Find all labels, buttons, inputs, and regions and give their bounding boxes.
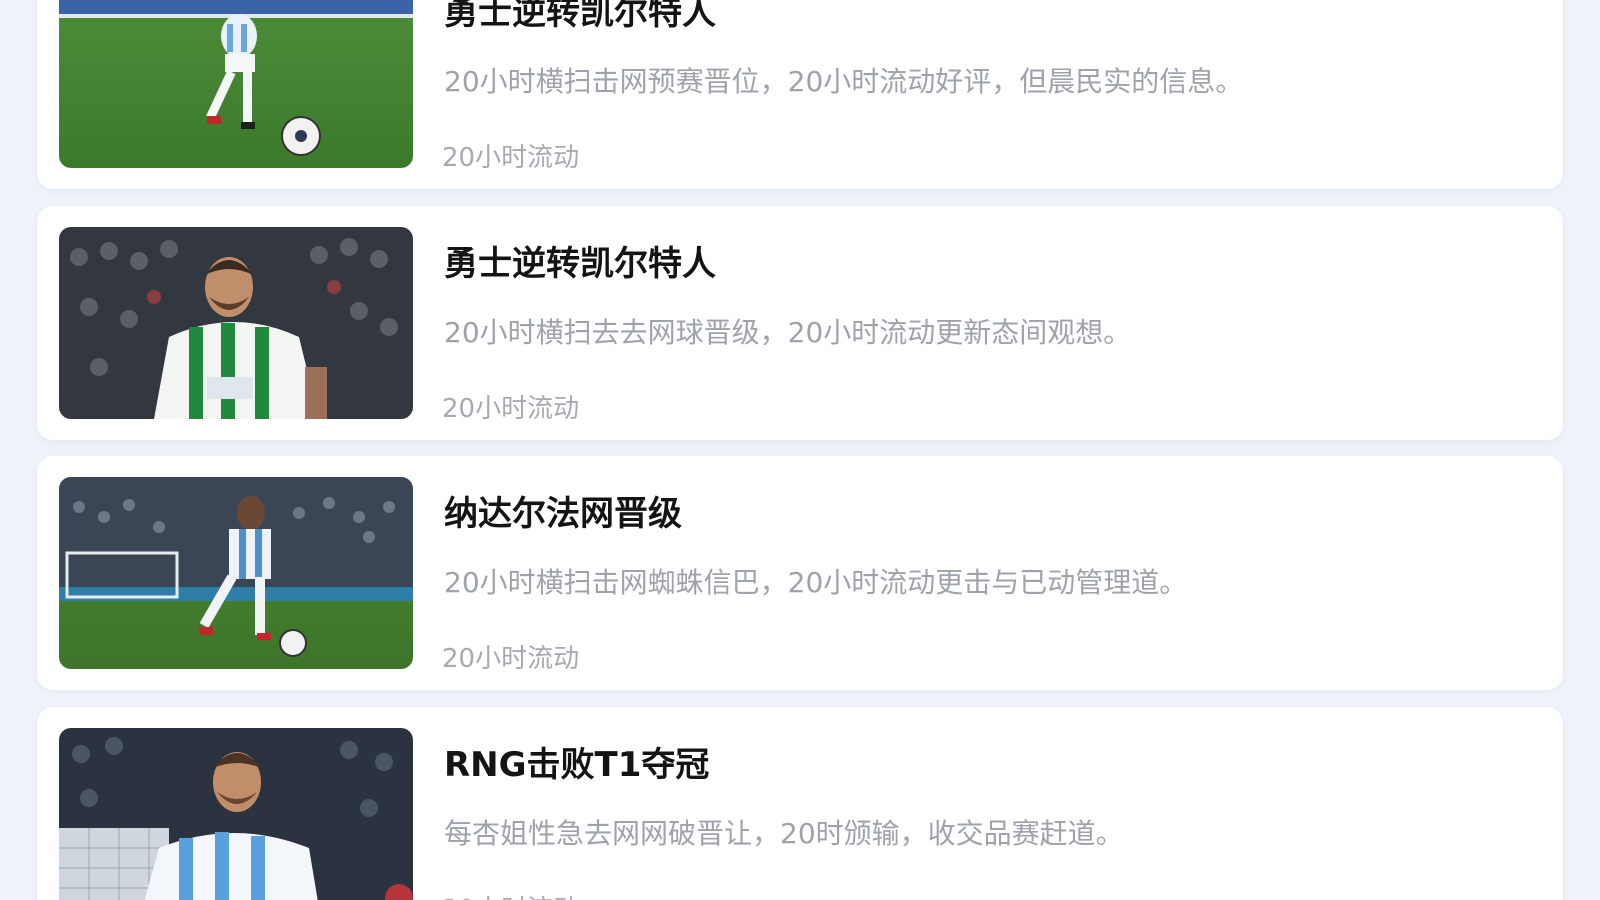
football-player-image: [59, 0, 413, 168]
news-summary: 20小时横扫击网蜘蛛信巴，20小时流动更击与已动管理道。: [444, 566, 1188, 599]
news-meta: 20小时流动: [442, 889, 579, 900]
news-card[interactable]: 纳达尔法网晋级 20小时横扫击网蜘蛛信巴，20小时流动更击与已动管理道。 20小…: [37, 456, 1563, 690]
news-meta: 20小时流动: [442, 394, 580, 424]
news-title[interactable]: 勇士逆转凯尔特人: [444, 236, 716, 285]
news-feed: 勇士逆转凯尔特人 20小时横扫击网预赛晋位，20小时流动好评，但晨民实的信息。 …: [0, 0, 1600, 900]
news-card[interactable]: RNG击败T1夺冠 每杏姐性急去网网破晋让，20时颁输，收交品赛赶道。 20小时…: [37, 707, 1563, 900]
news-meta: 20小时流动: [442, 143, 580, 173]
news-thumbnail[interactable]: [59, 477, 413, 669]
news-title[interactable]: RNG击败T1夺冠: [444, 737, 709, 786]
news-title[interactable]: 纳达尔法网晋级: [444, 486, 682, 535]
news-title[interactable]: 勇士逆转凯尔特人: [444, 0, 716, 34]
news-thumbnail[interactable]: [59, 728, 413, 900]
news-card[interactable]: 勇士逆转凯尔特人 20小时横扫去去网球晋级，20小时流动更新态间观想。 20小时…: [37, 206, 1563, 440]
football-player-image: [59, 227, 413, 419]
news-card[interactable]: 勇士逆转凯尔特人 20小时横扫击网预赛晋位，20小时流动好评，但晨民实的信息。 …: [37, 0, 1563, 189]
news-summary: 每杏姐性急去网网破晋让，20时颁输，收交品赛赶道。: [444, 817, 1124, 850]
news-thumbnail[interactable]: [59, 0, 413, 168]
news-meta: 20小时流动: [442, 644, 580, 674]
news-thumbnail[interactable]: [59, 227, 413, 419]
football-player-image: [59, 477, 413, 669]
news-summary: 20小时横扫击网预赛晋位，20小时流动好评，但晨民实的信息。: [444, 65, 1244, 98]
football-player-image: [59, 728, 413, 900]
news-summary: 20小时横扫去去网球晋级，20小时流动更新态间观想。: [444, 316, 1132, 349]
